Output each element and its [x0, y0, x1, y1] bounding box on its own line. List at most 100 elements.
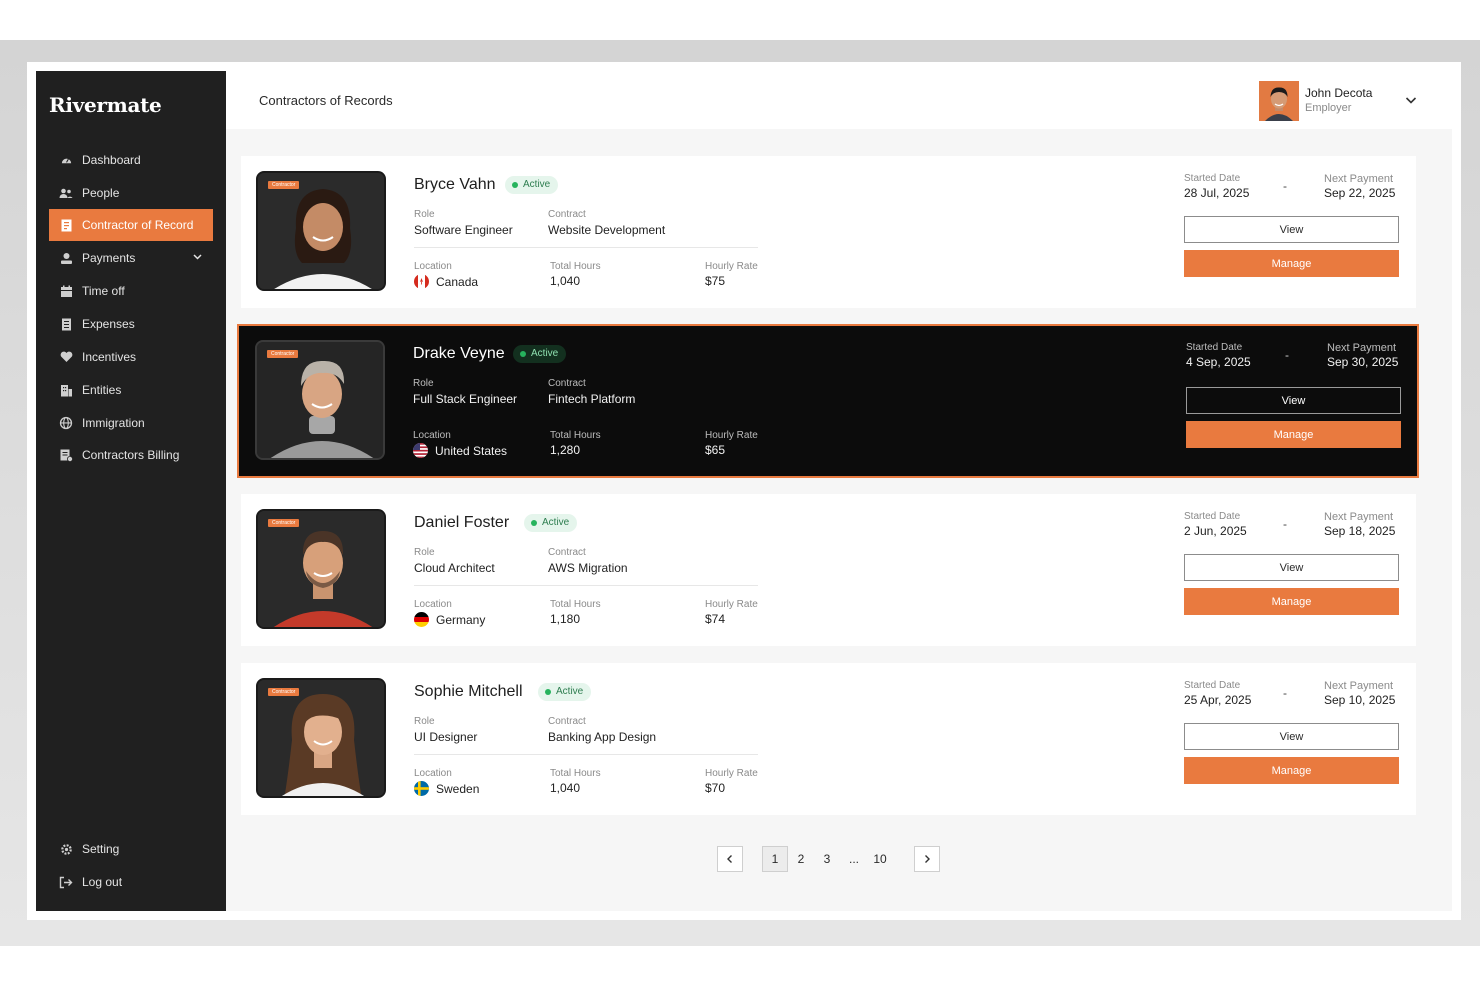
- started-date-value: 2 Jun, 2025: [1184, 524, 1247, 538]
- started-date-label: Started Date: [1184, 173, 1241, 184]
- total-hours-label: Total Hours: [550, 599, 601, 610]
- contractor-tag: Contractor: [267, 350, 299, 358]
- next-payment-label: Next Payment: [1324, 511, 1394, 523]
- sidebar-item-label: Time off: [82, 284, 125, 298]
- sidebar-item-immigration[interactable]: Immigration: [49, 407, 213, 439]
- location-label: Location: [413, 430, 451, 441]
- divider: [414, 754, 758, 755]
- sidebar-item-contractor-of-record[interactable]: Contractor of Record: [49, 209, 213, 241]
- divider: [414, 585, 758, 586]
- user-role: Employer: [1305, 102, 1352, 114]
- sidebar-item-expenses[interactable]: Expenses: [49, 308, 213, 340]
- next-payment-value: Sep 30, 2025: [1327, 355, 1399, 369]
- globe-icon: [59, 416, 73, 430]
- canada-flag-icon: [414, 274, 429, 289]
- date-separator: -: [1283, 179, 1287, 193]
- pagination-next-button[interactable]: [914, 846, 940, 872]
- sidebar-item-people[interactable]: People: [49, 177, 213, 209]
- sidebar-item-time-off[interactable]: Time off: [49, 275, 213, 307]
- total-hours-value: 1,180: [550, 612, 581, 626]
- role-label: Role: [414, 209, 435, 220]
- sidebar-item-dashboard[interactable]: Dashboard: [49, 144, 213, 176]
- manage-button[interactable]: Manage: [1184, 588, 1399, 615]
- logout-icon: [59, 875, 73, 889]
- hourly-rate-value: $65: [705, 443, 726, 457]
- contractor-tag: Contractor: [268, 519, 300, 527]
- sidebar-item-payments[interactable]: Payments: [49, 242, 213, 274]
- started-date-value: 28 Jul, 2025: [1184, 186, 1250, 200]
- sidebar: Rivermate Dashboard People Contractor of…: [36, 71, 226, 911]
- sidebar-item-incentives[interactable]: Incentives: [49, 341, 213, 373]
- contract-value: AWS Migration: [548, 561, 628, 575]
- dashboard-icon: [59, 153, 73, 167]
- pagination-prev-button[interactable]: [717, 846, 743, 872]
- contractor-card: Contractor Sophie Mitchell Active Role U…: [241, 663, 1416, 815]
- sidebar-item-setting[interactable]: Setting: [49, 833, 213, 865]
- sidebar-item-contractors-billing[interactable]: Contractors Billing: [49, 439, 213, 471]
- people-icon: [59, 186, 73, 200]
- sidebar-item-label: Contractors Billing: [82, 448, 180, 462]
- started-date-label: Started Date: [1186, 342, 1243, 353]
- total-hours-value: 1,040: [550, 781, 581, 795]
- sidebar-item-label: Payments: [82, 251, 136, 265]
- started-date-value: 4 Sep, 2025: [1186, 355, 1251, 369]
- contract-value: Website Development: [548, 223, 666, 237]
- contract-label: Contract: [548, 378, 586, 389]
- started-date-value: 25 Apr, 2025: [1184, 693, 1252, 707]
- payments-icon: [59, 251, 73, 265]
- sweden-flag-icon: [414, 781, 429, 796]
- sidebar-item-label: Expenses: [82, 317, 135, 331]
- status-badge: Active: [513, 345, 567, 363]
- chevron-right-icon: [925, 855, 930, 863]
- avatar[interactable]: [1259, 81, 1299, 121]
- sidebar-item-log-out[interactable]: Log out: [49, 866, 213, 898]
- contractor-photo: Contractor: [256, 509, 386, 629]
- role-value: Cloud Architect: [414, 561, 495, 575]
- contractor-card: Contractor Daniel Foster Active Role Clo…: [241, 494, 1416, 646]
- pagination-page[interactable]: 3: [816, 846, 838, 872]
- hourly-rate-value: $70: [705, 781, 726, 795]
- chevron-down-icon[interactable]: [1404, 93, 1418, 112]
- next-payment-label: Next Payment: [1327, 342, 1397, 354]
- manage-button[interactable]: Manage: [1184, 250, 1399, 277]
- contractor-photo: Contractor: [256, 678, 386, 798]
- sidebar-item-label: Log out: [82, 875, 123, 889]
- next-payment-value: Sep 10, 2025: [1324, 693, 1396, 707]
- sidebar-item-label: Dashboard: [82, 153, 141, 167]
- contractor-name: Sophie Mitchell: [414, 683, 523, 700]
- pagination-page[interactable]: 1: [762, 846, 788, 872]
- usa-flag-icon: [413, 443, 428, 458]
- pagination-page[interactable]: 10: [867, 846, 893, 872]
- contractor-name: Bryce Vahn: [414, 176, 496, 193]
- brand-logo[interactable]: Rivermate: [49, 93, 162, 117]
- manage-button[interactable]: Manage: [1184, 757, 1399, 784]
- pagination-page[interactable]: 2: [790, 846, 812, 872]
- document-icon: [59, 218, 73, 232]
- location-value: Canada: [436, 275, 479, 289]
- status-badge: Active: [524, 514, 578, 532]
- chevron-down-icon[interactable]: [192, 251, 203, 265]
- gear-icon: [59, 842, 73, 856]
- contract-value: Fintech Platform: [548, 392, 636, 406]
- view-button[interactable]: View: [1186, 387, 1401, 414]
- started-date-label: Started Date: [1184, 511, 1241, 522]
- manage-button[interactable]: Manage: [1186, 421, 1401, 448]
- total-hours-label: Total Hours: [550, 430, 601, 441]
- sidebar-item-label: Incentives: [82, 350, 137, 364]
- contract-label: Contract: [548, 547, 586, 558]
- view-button[interactable]: View: [1184, 554, 1399, 581]
- receipt-icon: [59, 317, 73, 331]
- sidebar-item-entities[interactable]: Entities: [49, 374, 213, 406]
- view-button[interactable]: View: [1184, 723, 1399, 750]
- heart-icon: [59, 350, 73, 364]
- role-value: Full Stack Engineer: [413, 392, 518, 406]
- location-label: Location: [414, 599, 452, 610]
- date-separator: -: [1283, 686, 1287, 700]
- view-button[interactable]: View: [1184, 216, 1399, 243]
- role-label: Role: [413, 378, 434, 389]
- contractor-name: Daniel Foster: [414, 514, 510, 531]
- location-value: Sweden: [436, 782, 480, 796]
- status-badge: Active: [538, 683, 592, 701]
- hourly-rate-value: $74: [705, 612, 726, 626]
- next-payment-value: Sep 22, 2025: [1324, 186, 1396, 200]
